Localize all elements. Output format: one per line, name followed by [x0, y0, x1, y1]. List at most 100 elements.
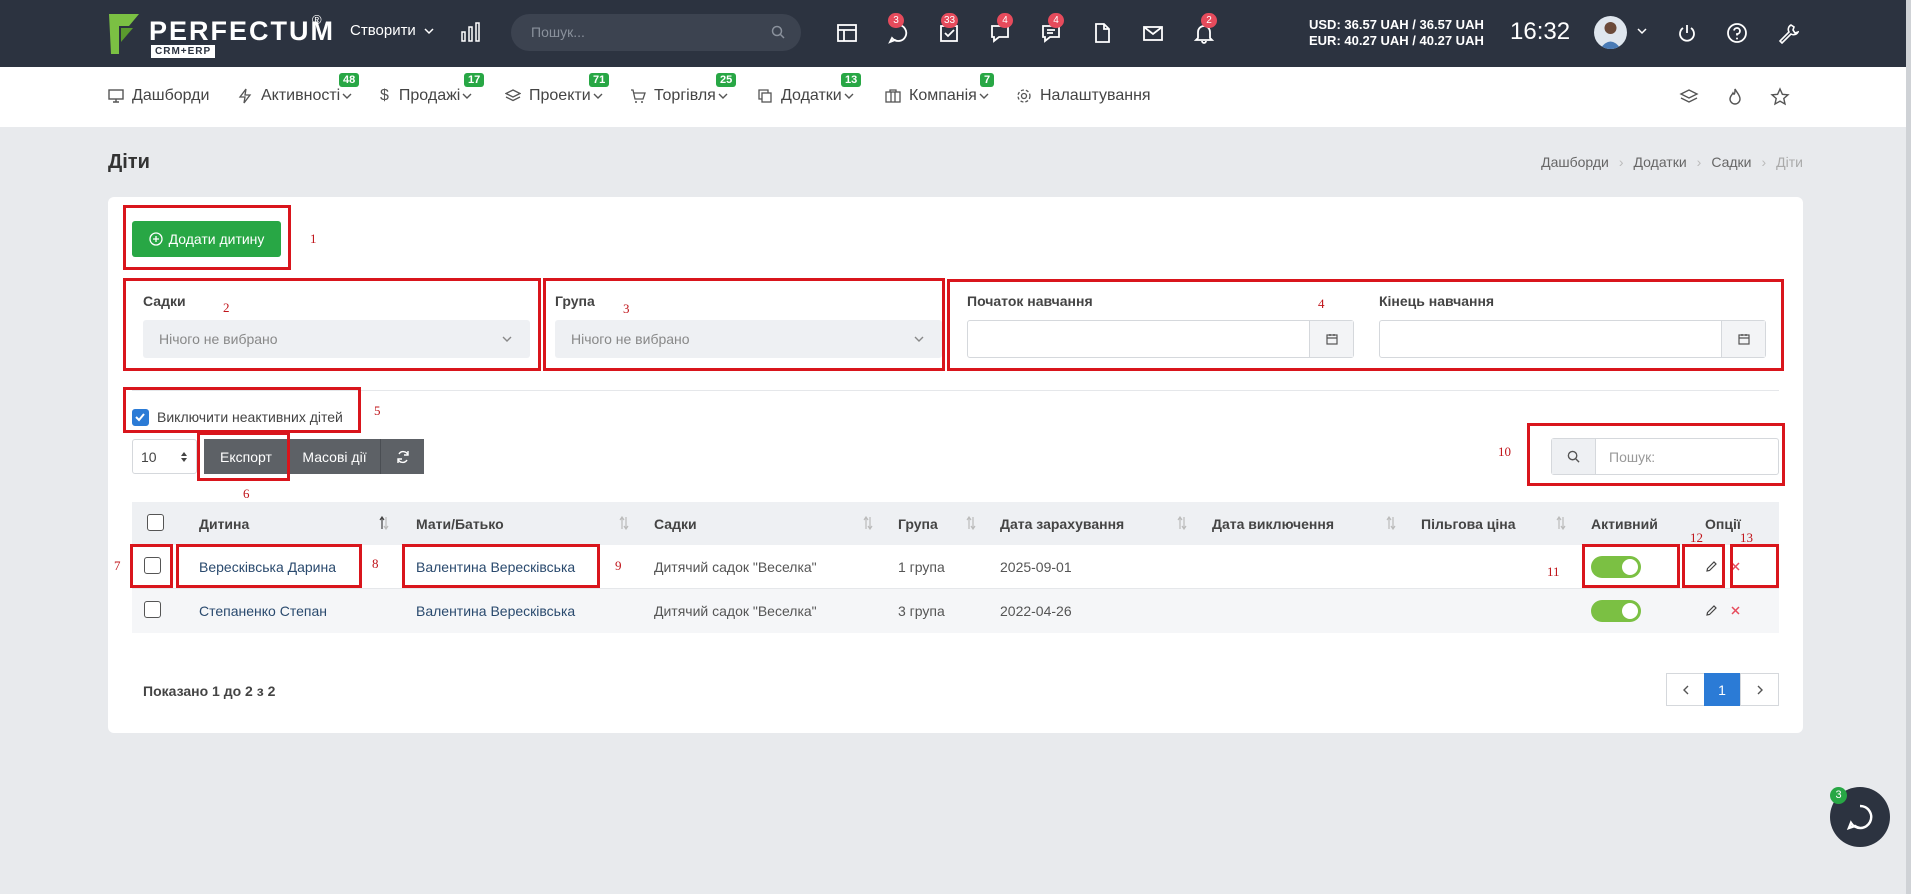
- layers-icon: [505, 89, 521, 102]
- row-checkbox[interactable]: [144, 601, 161, 618]
- annotation-number: 11: [1547, 564, 1560, 579]
- breadcrumb-separator: ›: [1696, 154, 1702, 170]
- col-enrolled[interactable]: Дата зарахування: [1000, 516, 1124, 532]
- power-icon[interactable]: [1676, 22, 1698, 44]
- nav-label: Налаштування: [1040, 87, 1151, 104]
- breadcrumb: Дашборди › Додатки › Садки › Діти: [1541, 154, 1803, 170]
- col-parent[interactable]: Мати/Батько: [416, 516, 504, 532]
- nav-label: Додатки: [781, 87, 842, 104]
- col-kindergarten[interactable]: Садки: [654, 516, 697, 532]
- col-discount[interactable]: Пільгова ціна: [1421, 516, 1516, 532]
- chevron-down-icon[interactable]: [1636, 26, 1648, 36]
- nav-sales[interactable]: $ Продажі 17: [380, 73, 485, 105]
- close-icon[interactable]: [1730, 605, 1741, 616]
- breadcrumb-separator: ›: [1761, 154, 1767, 170]
- nav-label: Активності: [261, 87, 341, 104]
- annotation-box: [176, 544, 362, 588]
- star-icon[interactable]: [1770, 87, 1790, 107]
- top-search-input[interactable]: Пошук...: [511, 14, 801, 51]
- nav-label: Торгівля: [654, 87, 716, 104]
- annotation-box: [947, 279, 1784, 371]
- calendar-board-icon[interactable]: [836, 22, 858, 44]
- child-link[interactable]: Степаненко Степан: [199, 603, 327, 619]
- annotation-number: 12: [1690, 530, 1703, 545]
- breadcrumb-item[interactable]: Садки: [1711, 154, 1751, 170]
- comments-badge: 4: [1048, 13, 1064, 28]
- breadcrumb-item[interactable]: Додатки: [1634, 154, 1687, 170]
- sort-icon[interactable]: [1386, 516, 1396, 530]
- page-button[interactable]: 1: [1704, 673, 1740, 706]
- document-icon[interactable]: [1091, 22, 1113, 44]
- select-all-checkbox[interactable]: [147, 514, 164, 531]
- nav-company[interactable]: Компанія 7: [885, 73, 997, 105]
- annotation-box: [123, 205, 291, 270]
- nav-badge: 7: [980, 73, 995, 87]
- nav-dashboards[interactable]: Дашборди: [108, 87, 209, 105]
- sort-icon[interactable]: [863, 516, 873, 530]
- fire-icon[interactable]: [1725, 87, 1745, 107]
- annotation-number: 5: [374, 403, 381, 418]
- annotation-number: 8: [372, 556, 379, 571]
- per-page-select[interactable]: 10: [132, 439, 197, 474]
- sort-icon[interactable]: [1177, 516, 1187, 530]
- mail-icon[interactable]: [1142, 22, 1164, 44]
- logo[interactable]: PERFECTUM ® CRM+ERP: [107, 12, 333, 58]
- avatar[interactable]: [1594, 16, 1627, 49]
- chevron-down-icon: [462, 93, 472, 99]
- annotation-number: 2: [223, 300, 230, 315]
- shown-entries: Показано 1 до 2 з 2: [143, 683, 276, 699]
- refresh-button[interactable]: [380, 439, 424, 474]
- nav-trade[interactable]: Торгівля 25: [630, 73, 737, 105]
- create-menu-button[interactable]: Створити: [350, 22, 434, 39]
- chevron-down-icon: [342, 93, 352, 99]
- active-toggle[interactable]: [1591, 600, 1641, 622]
- breadcrumb-item[interactable]: Дашборди: [1541, 154, 1609, 170]
- enrolled-cell: 2025-09-01: [1000, 559, 1072, 575]
- annotation-box: [402, 544, 600, 588]
- cart-icon: [631, 89, 646, 103]
- chevron-down-icon: [593, 93, 603, 99]
- scrollbar[interactable]: [1906, 0, 1911, 894]
- annotation-box: [1582, 544, 1680, 588]
- breadcrumb-separator: ›: [1618, 154, 1624, 170]
- logo-subtitle: CRM+ERP: [151, 45, 216, 58]
- chat-widget-badge: 3: [1830, 787, 1847, 804]
- nav-settings[interactable]: Налаштування: [1016, 87, 1151, 105]
- parent-link[interactable]: Валентина Вересківська: [416, 603, 575, 619]
- annotation-box: [130, 544, 173, 588]
- col-child[interactable]: Дитина: [199, 516, 249, 532]
- currency-rates: USD: 36.57 UAH / 36.57 UAH EUR: 40.27 UA…: [1309, 17, 1484, 49]
- wrench-icon[interactable]: [1777, 22, 1799, 44]
- col-group[interactable]: Група: [898, 516, 938, 532]
- annotation-number: 1: [310, 231, 317, 246]
- pencil-icon[interactable]: [1705, 604, 1718, 617]
- layers-icon[interactable]: [1679, 87, 1699, 107]
- annotation-box: [1527, 423, 1785, 486]
- logo-text: PERFECTUM: [149, 16, 335, 46]
- nav-label: Дашборди: [132, 87, 210, 104]
- bar-chart-icon[interactable]: [460, 22, 482, 42]
- nav-addons[interactable]: Додатки 13: [757, 73, 862, 105]
- bulk-actions-button[interactable]: Масові дії: [288, 439, 380, 474]
- nav-badge: 48: [339, 73, 360, 87]
- col-excluded[interactable]: Дата виключення: [1212, 516, 1334, 532]
- sort-icon[interactable]: [619, 516, 629, 530]
- help-icon[interactable]: [1726, 22, 1748, 44]
- sort-asc-icon[interactable]: [379, 516, 389, 530]
- sort-icon[interactable]: [966, 516, 976, 530]
- lightning-icon: [238, 88, 252, 104]
- annotation-number: 3: [623, 301, 630, 316]
- nav-badge: 71: [589, 73, 610, 87]
- nav-activities[interactable]: Активності 48: [237, 73, 360, 105]
- nav-projects[interactable]: Проекти 71: [505, 73, 611, 105]
- next-page-button[interactable]: [1740, 673, 1779, 706]
- sort-arrows-icon: [181, 452, 187, 462]
- annotation-box: [123, 278, 541, 371]
- divider: [132, 390, 1779, 391]
- refresh-icon: [396, 450, 409, 463]
- prev-page-button[interactable]: [1666, 673, 1705, 706]
- messages-badge: 4: [997, 13, 1013, 28]
- create-label: Створити: [350, 22, 416, 39]
- sort-icon[interactable]: [1556, 516, 1566, 530]
- currency-eur: EUR: 40.27 UAH / 40.27 UAH: [1309, 33, 1484, 48]
